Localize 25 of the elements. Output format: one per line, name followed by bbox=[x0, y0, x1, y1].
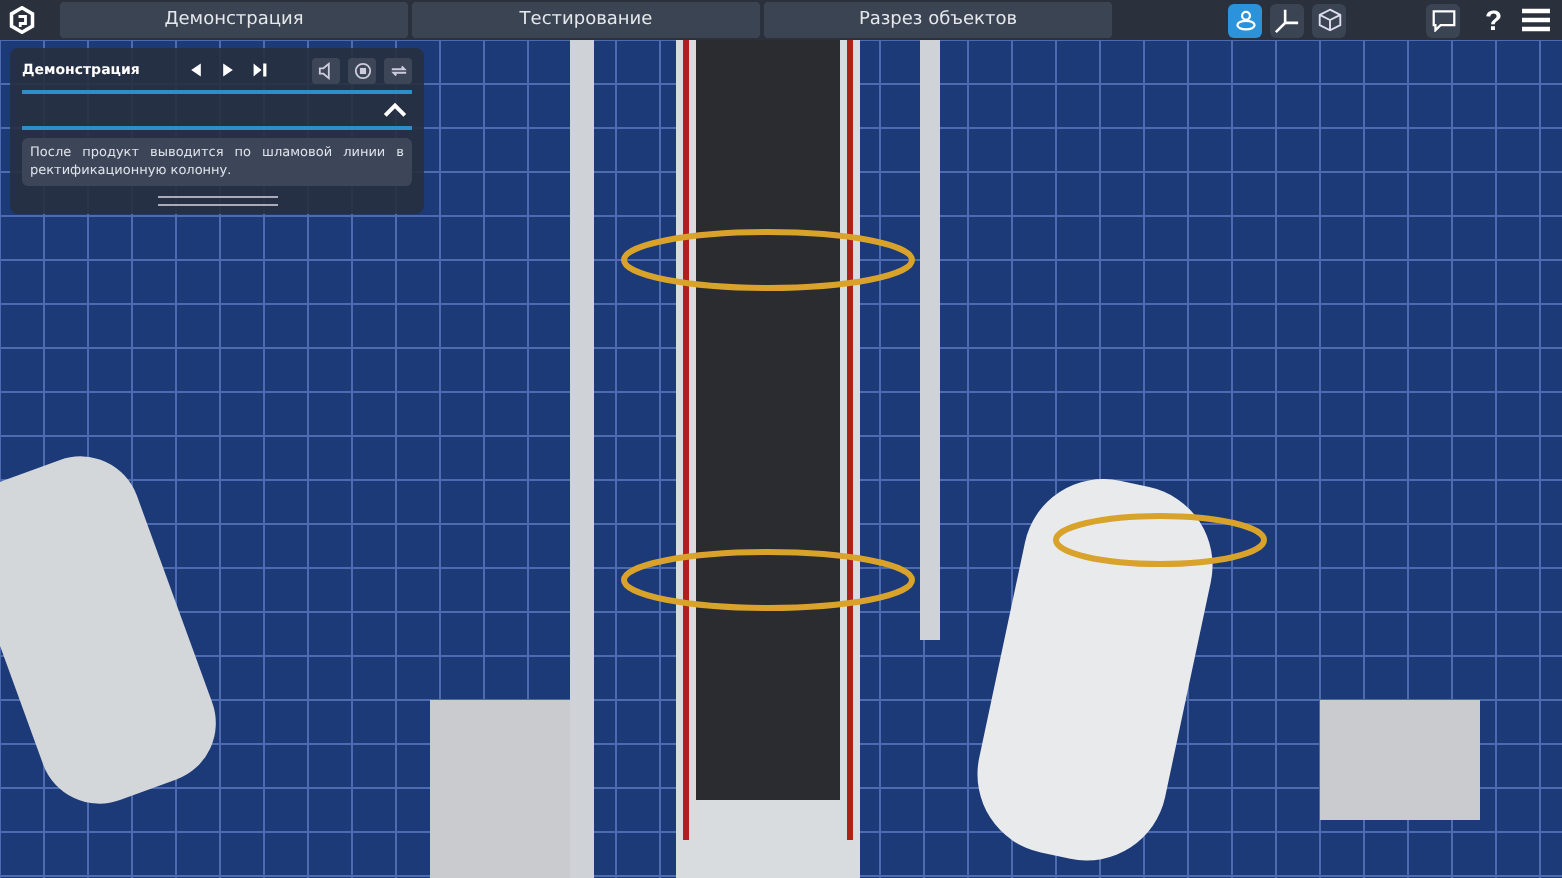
logo-icon bbox=[8, 6, 36, 34]
tab[interactable]: Демонстрация bbox=[60, 2, 408, 38]
speaker-icon bbox=[317, 61, 335, 79]
chat-icon bbox=[1431, 8, 1456, 32]
tab[interactable]: Разрез объектов bbox=[764, 2, 1112, 38]
menu-icon[interactable] bbox=[1522, 8, 1550, 32]
axes-button[interactable] bbox=[1270, 3, 1305, 37]
tab[interactable]: Тестирование bbox=[412, 2, 760, 38]
cube-button[interactable] bbox=[1312, 3, 1347, 37]
stop-icon bbox=[353, 61, 371, 79]
next-icon[interactable] bbox=[251, 62, 268, 78]
stop-button[interactable] bbox=[348, 57, 376, 83]
repeat-button[interactable] bbox=[384, 57, 412, 83]
cube-icon bbox=[1317, 8, 1342, 32]
sound-button[interactable] bbox=[312, 57, 340, 83]
person-icon bbox=[1233, 8, 1258, 32]
axes-icon bbox=[1274, 7, 1301, 33]
chat-button[interactable] bbox=[1426, 3, 1461, 37]
play-icon[interactable] bbox=[219, 62, 236, 78]
person-view-button[interactable] bbox=[1228, 3, 1263, 37]
repeat-icon bbox=[389, 61, 407, 79]
collapse-chevron-icon[interactable] bbox=[382, 102, 408, 118]
previous-icon[interactable] bbox=[187, 62, 204, 78]
help-button[interactable]: ? bbox=[1476, 4, 1510, 36]
resize-handle[interactable] bbox=[157, 196, 277, 207]
